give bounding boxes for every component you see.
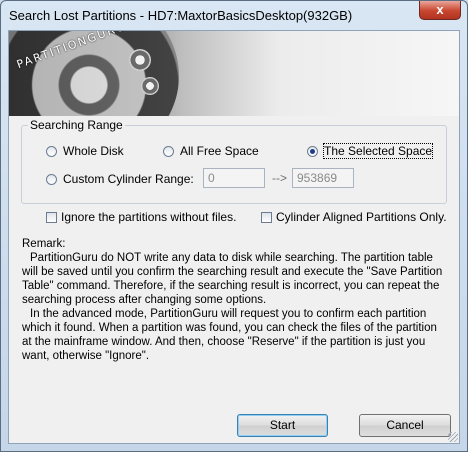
radio-selected-space[interactable]: The Selected Space bbox=[307, 143, 434, 159]
title-bar[interactable]: Search Lost Partitions - HD7:MaxtorBasic… bbox=[1, 1, 467, 31]
dialog-body: PARTITIONGURU Searching Range Whole Disk… bbox=[8, 30, 460, 444]
resize-grip[interactable] bbox=[448, 432, 458, 442]
radio-label: Whole Disk bbox=[63, 144, 124, 158]
radio-indicator bbox=[46, 173, 57, 185]
start-button[interactable]: Start bbox=[237, 414, 328, 437]
cylinder-end-input[interactable]: 953869 bbox=[292, 168, 354, 188]
searching-range-legend: Searching Range bbox=[30, 118, 123, 132]
radio-indicator bbox=[163, 145, 174, 157]
ignore-partitions-checkbox[interactable]: Ignore the partitions without files. bbox=[46, 210, 236, 224]
close-button[interactable]: x bbox=[419, 1, 461, 20]
radio-whole-disk[interactable]: Whole Disk bbox=[46, 144, 124, 158]
checkbox-indicator bbox=[261, 211, 272, 223]
remark-paragraph: PartitionGuru do NOT write any data to d… bbox=[22, 252, 443, 306]
cylinder-start-input[interactable]: 0 bbox=[203, 168, 265, 188]
radio-label: Custom Cylinder Range: bbox=[63, 172, 194, 186]
checkbox-indicator bbox=[46, 211, 57, 223]
radio-label: All Free Space bbox=[180, 144, 259, 158]
searching-range-group: Searching Range bbox=[21, 118, 447, 204]
range-arrow: --> bbox=[272, 171, 287, 185]
radio-all-free-space[interactable]: All Free Space bbox=[163, 144, 259, 158]
checkbox-label: Cylinder Aligned Partitions Only. bbox=[276, 210, 447, 224]
cancel-button[interactable]: Cancel bbox=[359, 414, 451, 437]
search-lost-partitions-dialog: Search Lost Partitions - HD7:MaxtorBasic… bbox=[0, 0, 468, 452]
remark-paragraph: In the advanced mode, PartitionGuru will… bbox=[22, 308, 437, 362]
cylinder-aligned-checkbox[interactable]: Cylinder Aligned Partitions Only. bbox=[261, 210, 447, 224]
radio-label: The Selected Space bbox=[322, 143, 434, 159]
checkbox-label: Ignore the partitions without files. bbox=[61, 210, 237, 224]
banner-image: PARTITIONGURU bbox=[9, 31, 459, 116]
disk-screw bbox=[129, 49, 151, 71]
radio-custom-cylinder-range[interactable]: Custom Cylinder Range: bbox=[46, 172, 194, 186]
remark-text: Remark: PartitionGuru do NOT write any d… bbox=[22, 237, 448, 363]
radio-indicator-selected bbox=[307, 145, 318, 157]
window-title: Search Lost Partitions - HD7:MaxtorBasic… bbox=[9, 8, 353, 23]
radio-indicator bbox=[46, 145, 57, 157]
remark-heading: Remark: bbox=[22, 238, 66, 250]
disk-screw bbox=[141, 77, 159, 95]
